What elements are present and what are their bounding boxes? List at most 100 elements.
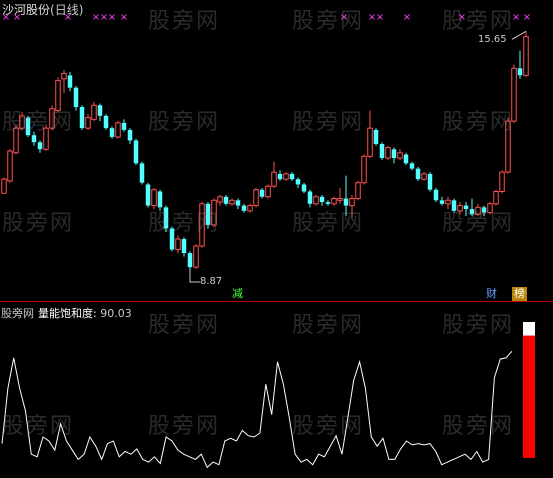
candle-body-up: [1, 178, 7, 194]
candle-body-down: [25, 117, 31, 136]
candle-body-down: [451, 200, 457, 211]
period-label: (日线): [50, 3, 84, 17]
candle-body-up: [313, 196, 319, 205]
candle-body-up: [253, 189, 259, 207]
signal-x-mark: ×: [512, 12, 520, 23]
candle-body-down: [469, 209, 475, 215]
candle-body-up: [193, 245, 199, 268]
candle-body-up: [19, 115, 25, 129]
candle-body-down: [259, 189, 265, 197]
candle-body-down: [79, 107, 85, 129]
min-leader: [189, 269, 200, 283]
candle-body-down: [415, 168, 421, 180]
candle-body-down: [37, 142, 43, 150]
signal-x-mark: ×: [120, 12, 128, 23]
candle-body-down: [31, 135, 37, 143]
candle-body-down: [295, 179, 301, 185]
candle-body-up: [217, 196, 223, 203]
candle-body-up: [43, 127, 49, 150]
candle-body-up: [265, 185, 271, 198]
candle-body-down: [325, 202, 331, 204]
candle-body-up: [115, 122, 121, 138]
candle-body-up: [211, 199, 217, 226]
candle-body-down: [289, 173, 295, 180]
candle-body-up: [13, 127, 19, 154]
candle-body-down: [391, 149, 397, 159]
candle-body-down: [181, 239, 187, 254]
candle-body-down: [319, 196, 325, 203]
candle-body-down: [403, 154, 409, 164]
candle-body-down: [127, 129, 133, 141]
candle-body-up: [85, 117, 91, 129]
candle-body-down: [343, 198, 349, 206]
candle-body-down: [241, 205, 247, 211]
chart-root: × × × × × × × × × × × × × × 沙河股份(日线) 15.65 8.87 减 财 榜…: [0, 0, 553, 478]
candle-body-down: [133, 140, 139, 164]
indicator-value: 90.03: [100, 307, 132, 320]
candle-body-down: [379, 143, 385, 159]
candle-body-down: [97, 105, 103, 116]
candle-body-down: [223, 196, 229, 204]
max-price-label: 15.65: [478, 34, 507, 46]
candle-body-up: [499, 171, 505, 192]
signal-x-mark: ×: [458, 12, 466, 23]
signal-x-mark: ×: [376, 12, 384, 23]
indicator-prefix: 股旁网: [1, 307, 34, 320]
candle-body-down: [163, 207, 169, 229]
candle-body-down: [169, 228, 175, 250]
signal-x-mark: ×: [108, 12, 116, 23]
candle-body-down: [277, 173, 283, 180]
candle-body-up: [397, 152, 403, 159]
candle-body-down: [187, 253, 193, 268]
min-price-label: 8.87: [200, 275, 223, 287]
candle-body-up: [49, 108, 55, 129]
candle-body-up: [445, 199, 451, 205]
signal-x-mark: ×: [340, 12, 348, 23]
signal-x-mark: ×: [523, 12, 531, 23]
candle-body-down: [481, 207, 487, 213]
candle-body-down: [409, 163, 415, 169]
candle-body-down: [121, 122, 127, 130]
stock-name: 沙河股份: [2, 3, 51, 17]
main-panel-title: 沙河股份(日线): [2, 1, 83, 18]
candle-body-down: [145, 184, 151, 206]
candle-body-up: [457, 205, 463, 212]
candle-body-up: [487, 203, 493, 214]
candle-body-down: [205, 203, 211, 225]
candle-body-up: [475, 206, 481, 215]
candle-body-down: [235, 200, 241, 206]
candle-body-up: [175, 238, 181, 251]
candle-body-down: [301, 184, 307, 192]
candle-body-up: [511, 67, 517, 122]
candle-body-down: [439, 200, 445, 204]
candle-body-down: [463, 205, 469, 210]
candle-body-up: [505, 120, 511, 173]
candle-body-down: [139, 163, 145, 183]
candle-body-down: [73, 87, 79, 108]
candle-body-up: [247, 205, 253, 212]
saturation-bar-fill: [523, 335, 535, 458]
marker-jian: 减: [232, 287, 243, 300]
marker-cai: 财: [486, 287, 497, 300]
candle-body-up: [91, 104, 97, 120]
candle-body-down: [67, 75, 73, 88]
indicator-name: 量能饱和度:: [38, 307, 97, 320]
candle-body-up: [7, 150, 13, 182]
candle-body-up: [367, 127, 373, 157]
candle-body-up: [337, 198, 343, 201]
candle-body-up: [151, 189, 157, 207]
marker-bang: 榜: [512, 287, 527, 301]
chart-canvas: × × × × × × × × × × × × × ×: [0, 12, 553, 469]
candle-body-up: [349, 198, 355, 207]
candle-body-up: [361, 155, 367, 184]
candle-body-up: [61, 73, 67, 80]
candle-body-down: [373, 129, 379, 144]
candle-body-up: [271, 171, 277, 187]
candle-body-down: [109, 128, 115, 137]
candle-body-down: [427, 173, 433, 190]
candle-body-down: [157, 191, 163, 208]
candle-body-up: [493, 190, 499, 205]
indicator-title: 股旁网 量能饱和度: 90.03: [1, 305, 132, 321]
candle-body-down: [307, 191, 313, 204]
candle-body-up: [355, 182, 361, 200]
